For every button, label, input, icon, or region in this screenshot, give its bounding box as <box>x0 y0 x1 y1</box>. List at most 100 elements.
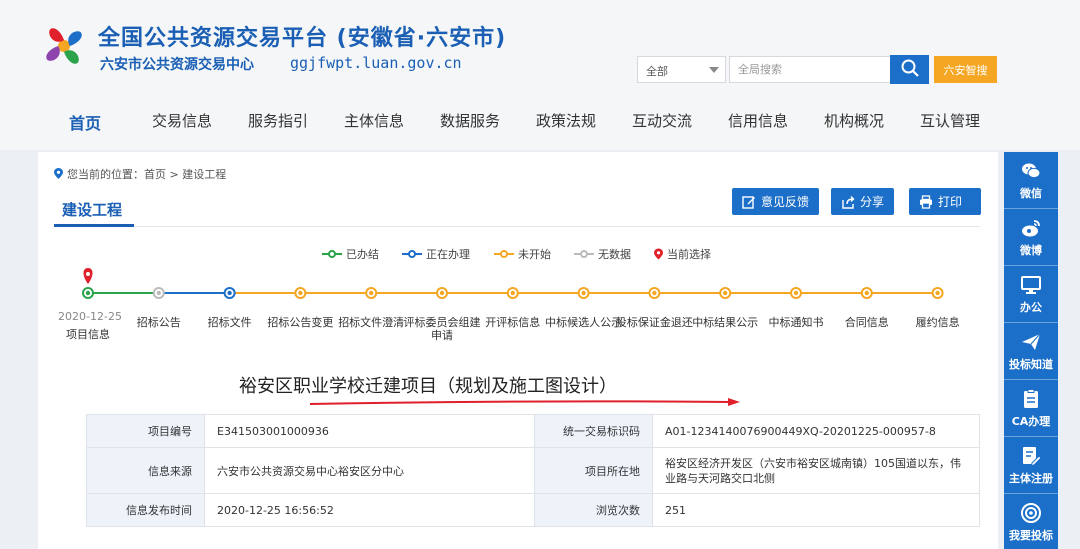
toolbar-office[interactable]: 办公 <box>1004 266 1058 322</box>
info-key: 浏览次数 <box>534 493 653 527</box>
legend-doing: 正在办理 <box>402 246 470 262</box>
print-button[interactable]: 打印 <box>909 188 981 215</box>
table-row: 信息来源 六安市公共资源交易中心裕安区分中心 项目所在地 裕安区经济开发区（六安… <box>86 447 980 494</box>
info-value: A01-1234140076900449XQ-20201225-000957-8 <box>652 414 980 448</box>
breadcrumb: 您当前的位置：首页 > 建设工程 <box>54 166 226 182</box>
info-value: 六安市公共资源交易中心裕安区分中心 <box>204 447 535 494</box>
info-key: 统一交易标识码 <box>534 414 653 448</box>
legend-current-label: 当前选择 <box>667 248 711 261</box>
legend-notstarted-swatch <box>494 250 514 258</box>
site-title: 全国公共资源交易平台 (安徽省·六安市) <box>98 26 507 51</box>
progress-timeline <box>82 268 944 299</box>
table-row: 项目编号 E341503001000936 统一交易标识码 A01-123414… <box>86 414 980 448</box>
timeline-node-dot <box>793 290 799 296</box>
toolbar-bid[interactable]: 我要投标 <box>1004 494 1058 549</box>
edit-icon <box>742 195 755 209</box>
toolbar-wechat[interactable]: 微信 <box>1004 152 1058 208</box>
search-scope-value: 全部 <box>646 65 668 78</box>
legend-doing-swatch <box>402 250 422 258</box>
share-icon <box>842 195 855 209</box>
search-input[interactable] <box>729 56 891 83</box>
wechat-icon <box>1022 163 1041 179</box>
red-arrow-annotation <box>310 398 740 406</box>
weibo-icon <box>1022 220 1040 237</box>
timeline-node-dot <box>581 290 586 296</box>
toolbar-ca[interactable]: CA办理 <box>1004 380 1058 436</box>
toolbar-wechat-label: 微信 <box>1020 187 1042 200</box>
breadcrumb-text: 您当前的位置：首页 > 建设工程 <box>67 168 227 181</box>
nav-item-data-service[interactable]: 数据服务 <box>440 110 500 131</box>
legend-doing-label: 正在办理 <box>426 248 470 261</box>
site-subtitle: 六安市公共资源交易中心 <box>100 57 254 73</box>
timeline-node-dot <box>439 290 445 296</box>
tab-divider <box>54 226 980 227</box>
nav-item-home[interactable]: 首页 <box>69 110 101 134</box>
main-nav: 首页 交易信息 服务指引 主体信息 数据服务 政策法规 互动交流 信用信息 机构… <box>0 100 1000 140</box>
tab-active-indicator <box>54 224 134 227</box>
nav-item-credit[interactable]: 信用信息 <box>728 110 788 131</box>
toolbar-weibo[interactable]: 微博 <box>1004 209 1058 265</box>
table-row: 信息发布时间 2020-12-25 16:56:52 浏览次数 251 <box>86 493 980 527</box>
info-value: 2020-12-25 16:56:52 <box>204 493 535 527</box>
chevron-down-icon <box>709 67 719 73</box>
main-panel: 您当前的位置：首页 > 建设工程 建设工程 意见反馈 分享 打印 已办结 正在办… <box>38 152 998 549</box>
legend-nodata: 无数据 <box>574 246 631 262</box>
toolbar-ca-label: CA办理 <box>1011 415 1051 428</box>
clipboard-icon <box>1024 389 1038 408</box>
search-icon <box>901 59 919 77</box>
timeline-node-dot <box>510 290 515 296</box>
site-header: 全国公共资源交易平台 (安徽省·六安市) 六安市公共资源交易中心 ggjfwpt… <box>0 0 1080 150</box>
site-domain: ggjfwpt.luan.gov.cn <box>290 54 462 72</box>
info-value: E341503001000936 <box>204 414 535 448</box>
toolbar-bid-guide-label: 投标知道 <box>1009 358 1053 371</box>
timeline-node-dot <box>935 290 940 296</box>
location-pin-icon <box>654 248 663 260</box>
nav-item-service-guide[interactable]: 服务指引 <box>248 110 308 131</box>
nav-item-entity-info[interactable]: 主体信息 <box>344 110 404 131</box>
timeline-node-dot <box>156 290 161 296</box>
project-info-table: 项目编号 E341503001000936 统一交易标识码 A01-123414… <box>86 414 980 527</box>
nav-item-mutual-recognition[interactable]: 互认管理 <box>920 110 980 131</box>
legend-done-label: 已办结 <box>346 248 379 261</box>
info-value: 裕安区经济开发区（六安市裕安区城南镇）105国道以东，伟业路与天河路交口北侧 <box>652 447 980 494</box>
share-button[interactable]: 分享 <box>831 188 895 215</box>
paper-plane-icon <box>1022 333 1041 350</box>
timeline-node-dot <box>723 290 728 296</box>
nav-item-about[interactable]: 机构概况 <box>824 110 884 131</box>
target-icon <box>1021 503 1041 523</box>
toolbar-office-label: 办公 <box>1020 301 1042 314</box>
nav-item-interaction[interactable]: 互动交流 <box>632 110 692 131</box>
legend-done-swatch <box>322 250 342 258</box>
legend-notstarted: 未开始 <box>494 246 551 262</box>
smart-search-button[interactable]: 六安智搜 <box>934 56 997 83</box>
timeline-node-dot <box>85 290 91 296</box>
timeline-node-dot <box>369 290 374 296</box>
toolbar-register-label: 主体注册 <box>1009 472 1053 485</box>
toolbar-register[interactable]: 主体注册 <box>1004 437 1058 493</box>
timeline-node-dot <box>298 290 303 296</box>
timeline-step-label[interactable]: 履约信息 <box>896 316 980 329</box>
feedback-button[interactable]: 意见反馈 <box>732 188 820 215</box>
project-title: 裕安区职业学校迁建项目（规划及施工图设计） <box>239 376 617 397</box>
share-label: 分享 <box>860 195 885 209</box>
print-label: 打印 <box>938 195 963 209</box>
toolbar-bid-label: 我要投标 <box>1009 529 1053 542</box>
info-key: 信息来源 <box>86 447 205 494</box>
legend-nodata-label: 无数据 <box>598 248 631 261</box>
printer-icon <box>920 194 932 209</box>
timeline-step-label[interactable]: 项目信息 <box>46 328 130 341</box>
site-logo-icon <box>46 28 82 64</box>
floating-toolbar: 微信 微博 办公 投标知道 CA办理 主体注册 我要投标 <box>1004 152 1058 549</box>
nav-item-trade-info[interactable]: 交易信息 <box>152 110 212 131</box>
location-pin-icon <box>54 168 63 179</box>
legend-done: 已办结 <box>322 246 379 262</box>
tab-construction[interactable]: 建设工程 <box>62 199 122 220</box>
current-selection-pin-dot <box>86 272 90 276</box>
search-scope-select[interactable]: 全部 <box>637 56 726 83</box>
search-button[interactable] <box>890 55 929 84</box>
toolbar-weibo-label: 微博 <box>1020 244 1042 257</box>
legend-nodata-swatch <box>574 250 594 258</box>
monitor-icon <box>1021 276 1041 294</box>
toolbar-bid-guide[interactable]: 投标知道 <box>1004 323 1058 379</box>
nav-item-policy[interactable]: 政策法规 <box>536 110 596 131</box>
